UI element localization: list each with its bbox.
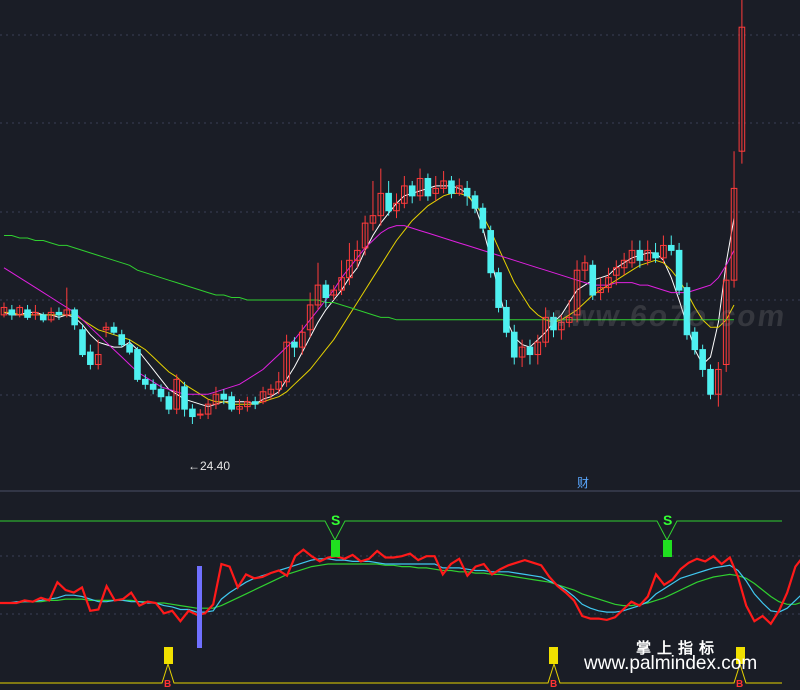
candle-body bbox=[448, 180, 455, 194]
low-price-label: ←24.40 bbox=[188, 459, 231, 473]
candle-body bbox=[675, 249, 683, 291]
candle-body bbox=[699, 349, 706, 370]
candle-body bbox=[471, 195, 479, 209]
watermark-top: www.6o7o.com bbox=[542, 300, 789, 333]
sell-signal-label: S bbox=[663, 512, 673, 528]
candle-body bbox=[691, 331, 699, 351]
buy-signal-label: B bbox=[164, 679, 172, 690]
candle-body bbox=[463, 187, 471, 197]
candle-body bbox=[510, 331, 518, 358]
candle-body bbox=[142, 378, 149, 385]
candle-body bbox=[110, 326, 118, 333]
buy-signal-label: B bbox=[736, 679, 744, 690]
candle-body bbox=[589, 264, 597, 296]
candle-body bbox=[503, 306, 510, 333]
candle-body bbox=[526, 346, 534, 356]
candle-body bbox=[424, 177, 432, 197]
candle-body bbox=[228, 396, 235, 410]
candle-body bbox=[322, 284, 330, 299]
candle-body bbox=[39, 314, 47, 321]
candle-body bbox=[385, 192, 392, 212]
buy-signal-marker bbox=[549, 647, 558, 664]
candle-body bbox=[55, 311, 63, 316]
stock-chart bbox=[0, 0, 800, 684]
candle-body bbox=[636, 249, 644, 261]
candle-body bbox=[149, 383, 157, 390]
candle-body bbox=[24, 309, 31, 318]
sell-signal-marker bbox=[331, 540, 340, 557]
candle-body bbox=[291, 341, 298, 348]
candle-body bbox=[220, 393, 228, 400]
candle-body bbox=[652, 252, 659, 259]
ma10-line bbox=[4, 192, 735, 405]
candle-body bbox=[487, 230, 494, 274]
candle-body bbox=[71, 309, 78, 326]
candle-body bbox=[479, 207, 487, 229]
candle-body bbox=[118, 334, 126, 346]
sell-signal-marker bbox=[663, 540, 672, 557]
candle-body bbox=[667, 244, 675, 251]
ma5-line bbox=[3, 185, 735, 408]
candle-body bbox=[157, 388, 165, 398]
candle-body bbox=[165, 396, 173, 410]
buy-signal-label: B bbox=[550, 679, 558, 690]
watermark-bottom: www.palmindex.com bbox=[584, 653, 758, 674]
candle-body bbox=[251, 401, 259, 405]
candle-body bbox=[408, 185, 416, 197]
candle-body bbox=[707, 368, 714, 395]
finance-marker: 财 bbox=[577, 476, 590, 490]
candle-body bbox=[79, 329, 86, 356]
event-bar-marker bbox=[197, 566, 202, 648]
candle-body bbox=[8, 309, 16, 316]
buy-signal-marker bbox=[164, 647, 173, 664]
candle-body bbox=[181, 386, 188, 410]
candle-body bbox=[87, 351, 94, 365]
candle-body bbox=[189, 408, 196, 418]
candle-body bbox=[134, 349, 141, 380]
candle-body bbox=[126, 344, 133, 353]
oscillator-line bbox=[0, 548, 800, 626]
candle-body bbox=[196, 413, 204, 416]
sell-signal-label: S bbox=[331, 512, 341, 528]
candle-body bbox=[495, 272, 502, 308]
